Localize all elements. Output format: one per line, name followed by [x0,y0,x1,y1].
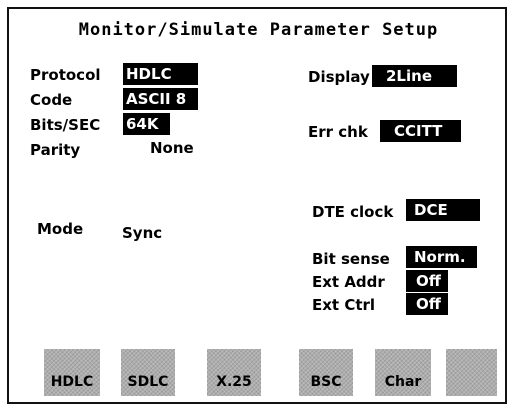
parity-field[interactable]: None [150,139,194,157]
softkey-char[interactable]: Char [375,349,431,396]
err-chk-field[interactable]: CCITT [380,120,461,142]
protocol-field[interactable]: HDLC [123,63,198,85]
softkey-blank[interactable] [446,349,497,396]
bits-per-sec-label: Bits/SEC [30,116,101,134]
softkey-label: HDLC [50,374,94,390]
bits-per-sec-field[interactable]: 64K [123,113,170,135]
display-label: Display [308,68,370,86]
softkey-label: Char [384,374,422,390]
err-chk-label: Err chk [308,123,368,141]
ext-addr-field[interactable]: Off [406,270,448,292]
ext-addr-label: Ext Addr [312,273,385,291]
mode-field[interactable]: Sync [122,224,162,242]
softkey-x25[interactable]: X.25 [207,349,261,396]
bit-sense-field[interactable]: Norm. [406,246,477,268]
softkey-label: X.25 [216,374,252,390]
softkey-bsc[interactable]: BSC [299,349,353,396]
softkey-label: BSC [310,374,342,390]
dte-clock-label: DTE clock [312,203,394,221]
bit-sense-label: Bit sense [312,250,390,268]
display-field[interactable]: 2Line [372,65,457,87]
code-label: Code [30,91,73,109]
parity-label: Parity [30,141,81,159]
protocol-label: Protocol [30,66,101,84]
softkey-sdlc[interactable]: SDLC [121,349,175,396]
ext-ctrl-field[interactable]: Off [406,293,448,315]
mode-label: Mode [37,220,84,238]
dte-clock-field[interactable]: DCE [406,199,480,221]
code-field[interactable]: ASCII 8 [123,88,198,110]
ext-ctrl-label: Ext Ctrl [312,296,376,314]
softkey-hdlc[interactable]: HDLC [44,349,100,396]
softkey-label: SDLC [127,374,169,390]
page-title: Monitor/Simulate Parameter Setup [78,20,439,40]
